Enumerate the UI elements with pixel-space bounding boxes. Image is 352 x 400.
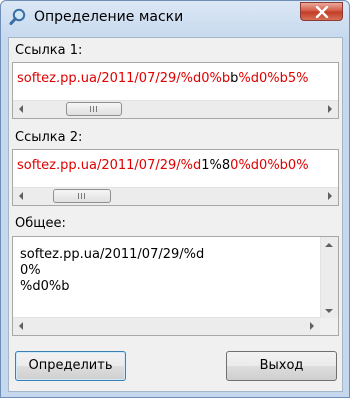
common-line: 0% [20,263,41,278]
link2-field[interactable]: softez.pp.ua/2011/07/29/%d1%80%d0%b0% [12,149,339,206]
exit-button[interactable]: Выход [226,351,337,381]
grip-icon [78,193,87,199]
scroll-corner [320,318,338,335]
scroll-down-icon[interactable] [325,309,333,313]
link1-value[interactable]: softez.pp.ua/2011/07/29/%d0%bb%d0%b5% [17,71,335,86]
link1-hscrollbar[interactable] [13,100,338,118]
grip-icon [90,106,99,112]
scroll-right-icon[interactable] [328,105,332,113]
common-line: %d0%b [20,279,70,294]
link2-value[interactable]: softez.pp.ua/2011/07/29/%d1%80%d0%b0% [17,158,335,173]
common-vscrollbar[interactable] [320,237,338,319]
link1-value-part1: softez.pp.ua/2011/07/29/%d0%b [17,71,231,86]
link1-field[interactable]: softez.pp.ua/2011/07/29/%d0%bb%d0%b5% [12,62,339,119]
scroll-thumb[interactable] [66,102,122,116]
scroll-right-icon[interactable] [310,322,314,330]
link1-label: Ссылка 1: [15,43,83,58]
link2-hscrollbar[interactable] [13,187,338,205]
scroll-left-icon[interactable] [19,105,23,113]
common-text[interactable]: softez.pp.ua/2011/07/29/%d 0% %d0%b [20,247,204,295]
link2-value-part1: softez.pp.ua/2011/07/29/%d [17,158,202,173]
mask-dialog-window: Определение маски Ссылка 1: softez.pp.ua… [0,0,350,398]
common-label: Общее: [15,216,66,231]
close-button[interactable] [300,2,343,21]
scroll-thumb[interactable] [53,189,111,203]
dialog-body: Ссылка 1: softez.pp.ua/2011/07/29/%d0%bb… [8,37,343,392]
link2-value-part2: 1%8 [201,158,231,173]
common-memo[interactable]: softez.pp.ua/2011/07/29/%d 0% %d0%b [12,236,339,336]
scroll-left-icon[interactable] [19,322,23,330]
search-icon [9,8,26,25]
link1-value-part3: %d0%b5% [238,71,309,86]
scroll-right-icon[interactable] [328,192,332,200]
link2-value-part3: 0%d0%b0% [230,158,309,173]
common-hscrollbar[interactable] [13,317,320,335]
detect-button[interactable]: Определить [15,351,126,381]
scroll-left-icon[interactable] [19,192,23,200]
common-line: softez.pp.ua/2011/07/29/%d [20,247,205,262]
title-bar[interactable]: Определение маски [1,1,349,37]
window-title: Определение маски [34,9,184,25]
scroll-up-icon[interactable] [325,243,333,247]
close-icon [315,6,329,18]
link2-label: Ссылка 2: [15,130,83,145]
